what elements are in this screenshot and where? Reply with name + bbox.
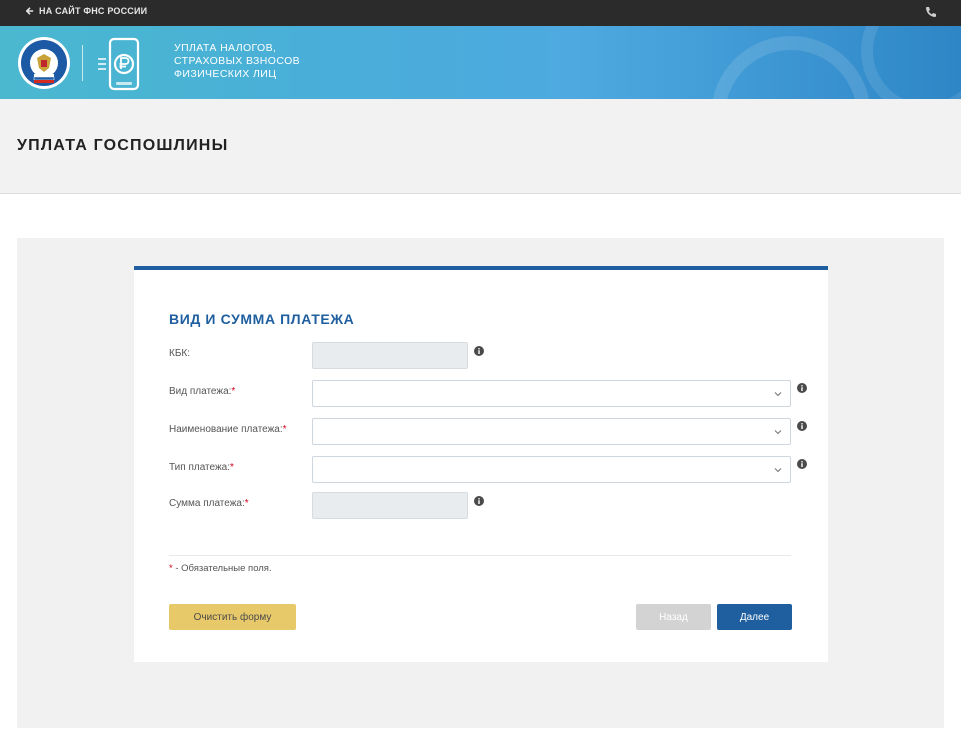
arrow-left-icon — [26, 7, 34, 15]
back-link-label: НА САЙТ ФНС РОССИИ — [39, 6, 148, 16]
site-header: УПЛАТА НАЛОГОВ, СТРАХОВЫХ ВЗНОСОВ ФИЗИЧЕ… — [0, 26, 961, 99]
payment-amount-label-text: Сумма платежа: — [169, 498, 245, 509]
info-icon[interactable] — [797, 421, 807, 431]
payment-type-label-text: Тип платежа: — [169, 462, 230, 473]
clear-form-button[interactable]: Очистить форму — [169, 604, 296, 630]
kbk-label: КБК: — [169, 348, 190, 359]
info-icon[interactable] — [797, 383, 807, 393]
page-title: УПЛАТА ГОСПОШЛИНЫ — [17, 137, 229, 154]
page-title-band: УПЛАТА ГОСПОШЛИНЫ — [0, 99, 961, 194]
kbk-label-text: КБК: — [169, 348, 190, 359]
fns-emblem-icon[interactable] — [17, 36, 71, 90]
payment-type-select[interactable] — [312, 456, 791, 483]
info-icon[interactable] — [474, 346, 484, 356]
payment-amount-row: Сумма платежа:* — [169, 492, 809, 520]
info-icon[interactable] — [797, 459, 807, 469]
kbk-field — [312, 342, 468, 369]
back-button[interactable]: Назад — [636, 604, 711, 630]
required-star: * — [231, 386, 236, 397]
payment-name-label: Наименование платежа:* — [169, 424, 287, 435]
payment-name-row: Наименование платежа:* — [169, 418, 809, 446]
payment-kind-row: Вид платежа:* — [169, 380, 809, 408]
header-decoration — [861, 26, 961, 99]
back-to-fns-link[interactable]: НА САЙТ ФНС РОССИИ — [26, 6, 147, 16]
chevron-down-icon — [774, 392, 782, 397]
header-title: УПЛАТА НАЛОГОВ, СТРАХОВЫХ ВЗНОСОВ ФИЗИЧЕ… — [174, 42, 300, 81]
payment-kind-label-text: Вид платежа: — [169, 386, 232, 397]
payment-kind-select[interactable] — [312, 380, 791, 407]
chevron-down-icon — [774, 430, 782, 435]
top-bar: НА САЙТ ФНС РОССИИ — [0, 0, 961, 26]
payment-amount-label: Сумма платежа:* — [169, 498, 249, 509]
header-title-line: СТРАХОВЫХ ВЗНОСОВ — [174, 55, 301, 67]
payment-name-select[interactable] — [312, 418, 791, 445]
header-title-line: ФИЗИЧЕСКИХ ЛИЦ — [174, 68, 277, 80]
payment-kind-label: Вид платежа:* — [169, 386, 235, 397]
payment-form-card: ВИД И СУММА ПЛАТЕЖА КБК: Вид платежа:* Н… — [134, 266, 828, 662]
header-decoration — [711, 36, 871, 99]
chevron-down-icon — [774, 468, 782, 473]
info-icon[interactable] — [474, 496, 484, 506]
ruble-phone-icon — [98, 37, 140, 91]
header-divider — [82, 45, 83, 81]
next-button[interactable]: Далее — [717, 604, 792, 630]
kbk-row: КБК: — [169, 342, 809, 370]
required-star: * — [230, 462, 234, 473]
phone-icon[interactable] — [925, 6, 937, 18]
payment-type-label: Тип платежа:* — [169, 462, 234, 473]
payment-amount-field — [312, 492, 468, 519]
required-star: * — [244, 498, 249, 509]
required-fields-note: * - Обязательные поля. — [169, 563, 272, 574]
payment-name-label-text: Наименование платежа: — [169, 424, 283, 435]
required-star: * — [282, 424, 287, 435]
header-title-line: УПЛАТА НАЛОГОВ, — [174, 42, 277, 54]
section-title: ВИД И СУММА ПЛАТЕЖА — [169, 311, 355, 327]
form-separator — [169, 555, 791, 556]
payment-type-row: Тип платежа:* — [169, 456, 809, 484]
required-note-text: - Обязательные поля. — [172, 563, 272, 574]
